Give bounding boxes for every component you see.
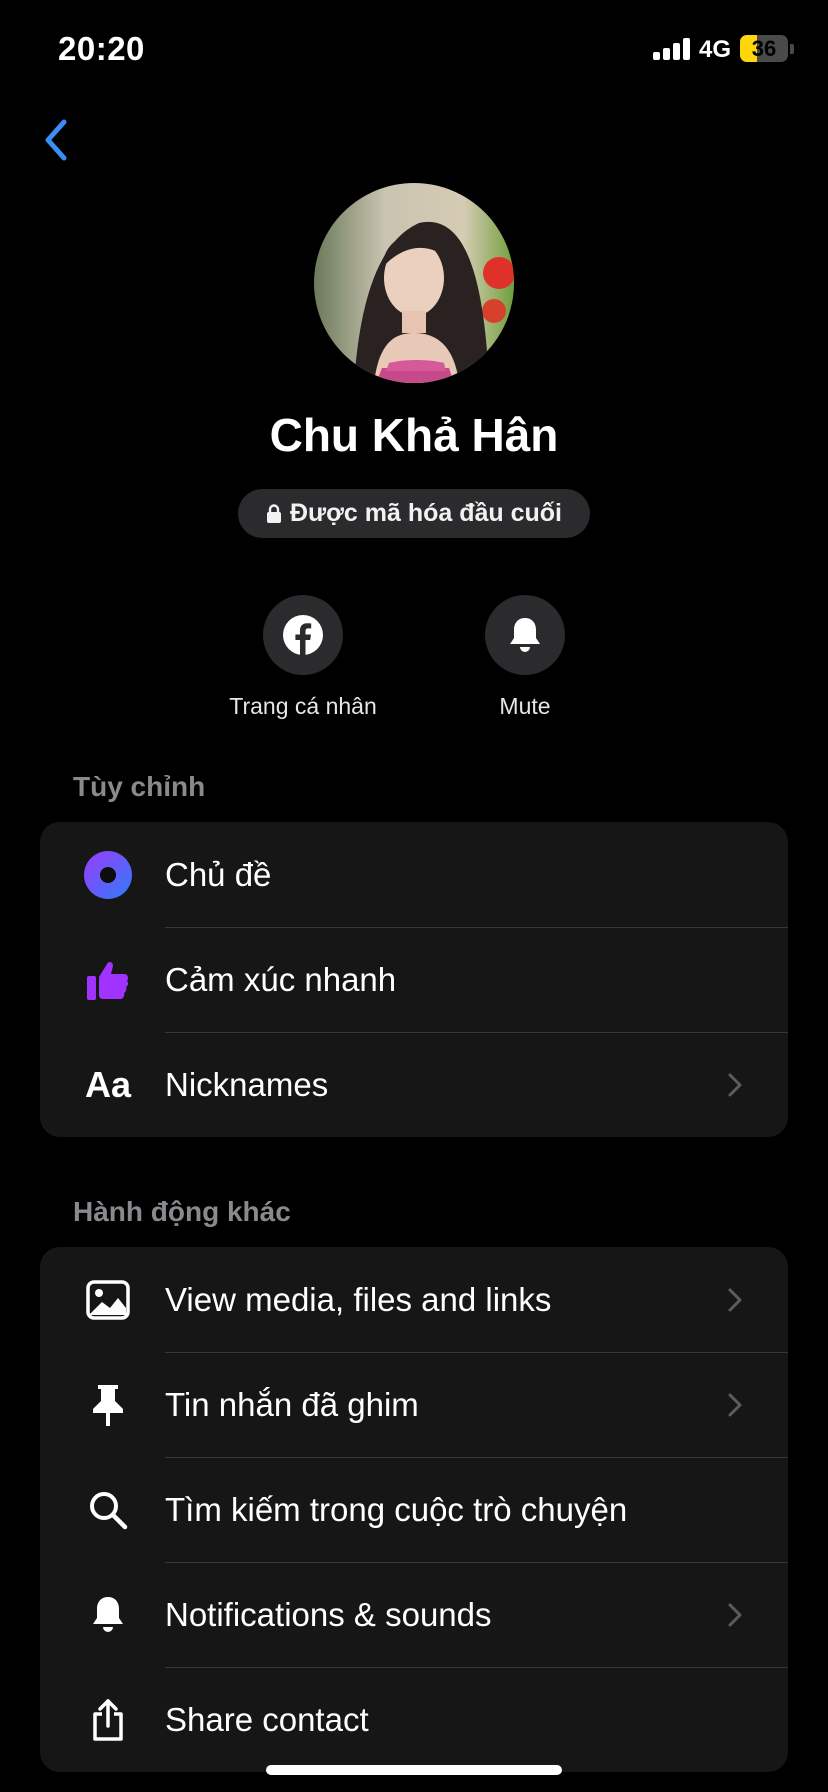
other-actions-group: View media, files and links Tin nhắn đã … [40,1247,788,1772]
chevron-right-icon [728,1393,742,1416]
pin-icon [82,1379,134,1431]
facebook-icon [283,615,323,656]
network-type: 4G [699,36,732,63]
signal-icon [653,38,691,60]
status-time: 20:20 [58,30,145,67]
encryption-label: Được mã hóa đầu cuối [289,499,563,527]
profile-button-label: Trang cá nhân [229,693,377,719]
mute-button-label: Mute [499,693,551,719]
row-pinned-messages[interactable]: Tin nhắn đã ghim [40,1352,788,1457]
encryption-badge[interactable]: Được mã hóa đầu cuối [238,489,590,538]
battery-percentage: 36 [751,36,777,61]
thumbs-up-icon [82,954,134,1006]
row-theme-label: Chủ đề [165,855,272,893]
row-notifications-sounds[interactable]: Notifications & sounds [40,1562,788,1667]
avatar[interactable] [314,183,514,383]
row-search-conversation[interactable]: Tìm kiếm trong cuộc trò chuyện [40,1457,788,1562]
theme-icon [82,849,134,901]
profile-name: Chu Khả Hân [269,409,559,461]
home-indicator[interactable] [266,1765,562,1775]
row-share-contact[interactable]: Share contact [40,1667,788,1772]
back-button[interactable] [38,112,78,168]
chevron-right-icon [728,1288,742,1311]
row-share-contact-label: Share contact [165,1700,369,1738]
profile-button[interactable]: Trang cá nhân [203,595,403,720]
row-quick-reaction-label: Cảm xúc nhanh [165,960,397,998]
battery-icon: 36 [740,35,788,62]
text-aa-icon: Aa [84,1063,132,1105]
share-icon [82,1694,134,1746]
section-title-other-actions: Hành động khác [73,1196,291,1227]
row-nicknames[interactable]: Aa Nicknames [40,1032,788,1137]
row-view-media[interactable]: View media, files and links [40,1247,788,1352]
row-notifications-sounds-label: Notifications & sounds [165,1595,492,1633]
row-theme[interactable]: Chủ đề [40,822,788,927]
mute-button[interactable]: Mute [425,595,625,720]
search-icon [82,1484,134,1536]
chevron-right-icon [728,1603,742,1626]
battery-cap [790,44,794,54]
row-pinned-messages-label: Tin nhắn đã ghim [165,1385,419,1423]
row-search-conversation-label: Tìm kiếm trong cuộc trò chuyện [165,1490,628,1528]
section-title-customize: Tùy chỉnh [73,771,206,802]
profile-button-circle[interactable] [263,595,343,675]
customize-group: Chủ đề Cảm xúc nhanh Aa Nicknames [40,822,788,1137]
mute-button-circle[interactable] [485,595,565,675]
status-bar: 20:20 4G 36 [0,0,828,100]
chevron-left-icon [45,119,67,161]
row-quick-reaction[interactable]: Cảm xúc nhanh [40,927,788,1032]
chevron-right-icon [728,1073,742,1096]
image-icon [82,1274,134,1326]
bell-icon [510,618,540,652]
row-nicknames-label: Nicknames [165,1065,329,1103]
lock-icon [266,503,281,523]
row-view-media-label: View media, files and links [165,1280,552,1318]
bell-icon [82,1589,134,1641]
